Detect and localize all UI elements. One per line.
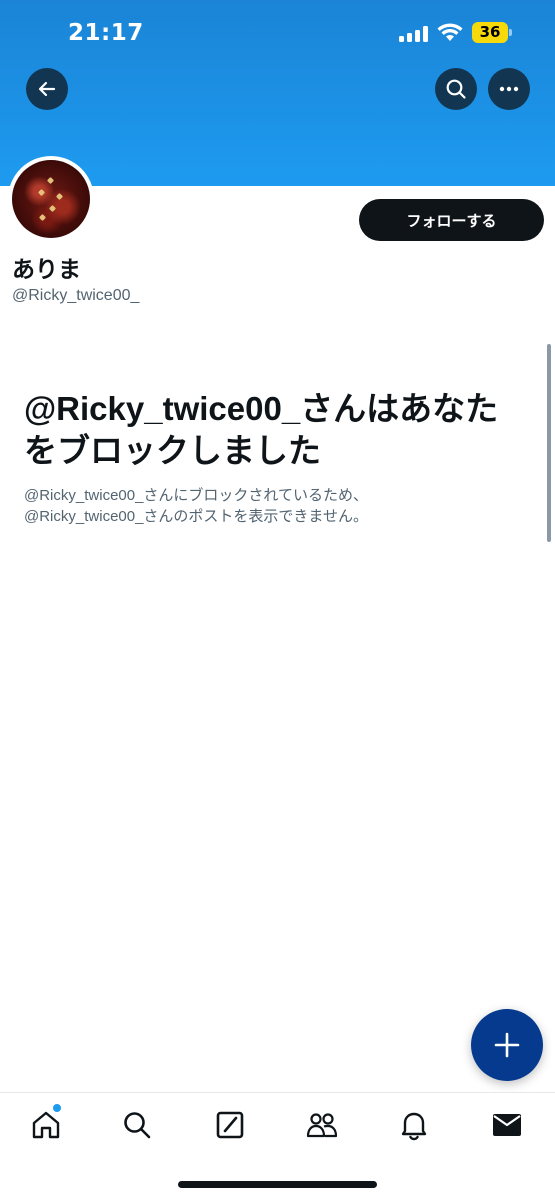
tab-search[interactable] [119, 1107, 155, 1143]
tab-grok[interactable] [212, 1107, 248, 1143]
avatar[interactable] [8, 156, 94, 242]
tab-communities[interactable] [304, 1107, 340, 1143]
user-handle: @Ricky_twice00_ [12, 287, 140, 304]
compose-post-button[interactable] [471, 1009, 543, 1081]
communities-icon [306, 1113, 338, 1138]
more-button[interactable] [488, 68, 530, 110]
tab-notifications[interactable] [396, 1107, 432, 1143]
messages-icon [493, 1114, 521, 1136]
blocked-title: @Ricky_twice00_さんはあなたをブロックしました [24, 390, 499, 469]
battery-level: 36 [472, 22, 508, 43]
tab-messages[interactable] [489, 1107, 525, 1143]
arrow-left-icon [38, 81, 56, 97]
home-icon [32, 1111, 60, 1139]
notifications-icon [401, 1112, 427, 1141]
wifi-icon [437, 23, 463, 41]
blocked-description: @Ricky_twice00_さんにブロックされているため、 @Ricky_tw… [24, 487, 368, 525]
plus-icon [494, 1032, 520, 1058]
follow-button[interactable]: フォローする [359, 199, 544, 241]
tab-home[interactable] [28, 1107, 64, 1143]
home-indicator[interactable] [178, 1181, 377, 1188]
status-time: 21:17 [68, 20, 144, 46]
battery-icon: 36 [472, 22, 512, 43]
avatar-image [12, 160, 90, 238]
home-notification-dot [53, 1104, 61, 1112]
more-horizontal-icon [499, 86, 519, 92]
back-button[interactable] [26, 68, 68, 110]
display-name: ありま [12, 257, 81, 283]
grok-icon [216, 1111, 244, 1139]
status-bar: 21:17 36 [0, 0, 555, 66]
search-icon [446, 79, 466, 99]
scrollbar[interactable] [547, 344, 551, 542]
search-button[interactable] [435, 68, 477, 110]
cellular-signal-icon [399, 26, 429, 42]
search-icon [124, 1112, 151, 1139]
